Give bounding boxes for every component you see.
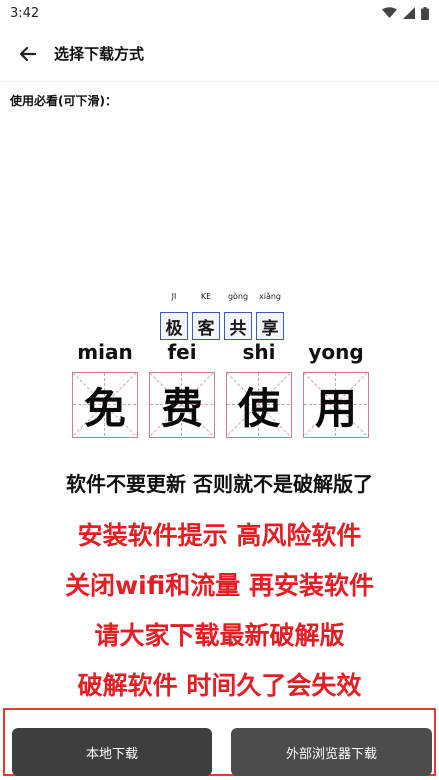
external-browser-download-button[interactable]: 外部浏览器下载 xyxy=(231,728,432,776)
brand-char: 极 xyxy=(160,312,188,340)
grid-char: 费 xyxy=(160,383,203,433)
page-title: 选择下载方式 xyxy=(54,45,145,63)
battery-icon xyxy=(421,6,429,20)
pinyin-label: mian xyxy=(77,340,133,364)
grid-char: 免 xyxy=(83,383,126,433)
brand-pinyin: gòng xyxy=(227,292,249,301)
update-warning: 软件不要更新 否则就不是破解版了 xyxy=(66,472,373,496)
brand-char: 享 xyxy=(256,312,284,340)
status-bar: 3:42 xyxy=(0,0,439,26)
brand-pinyin: JI xyxy=(171,292,177,301)
red-notice-line: 安装软件提示 高风险软件 xyxy=(77,521,362,550)
pinyin-label: yong xyxy=(308,340,364,364)
red-notice-line: 请大家下载最新破解版 xyxy=(94,621,345,650)
status-icons xyxy=(382,6,429,20)
pinyin-label: shi xyxy=(242,340,276,364)
arrow-left-icon xyxy=(19,46,37,61)
char-grid-box: 用 xyxy=(303,372,369,438)
back-button[interactable] xyxy=(14,40,42,68)
brand-char: 共 xyxy=(224,312,252,340)
char-grid-box: 费 xyxy=(149,372,215,438)
brand-pinyin: xiǎng xyxy=(258,292,281,301)
char-grid-box: 免 xyxy=(72,372,138,438)
grid-char: 使 xyxy=(237,383,280,433)
status-time: 3:42 xyxy=(10,5,40,21)
grid-char: 用 xyxy=(314,383,357,433)
red-notice-line: 关闭wifi和流量 再安装软件 xyxy=(65,571,374,600)
char-grid-box: 使 xyxy=(226,372,292,438)
brand-logo: JI KE gòng xiǎng 极 客 共 享 xyxy=(158,292,284,340)
red-notice-line: 破解软件 时间久了会失效 xyxy=(77,671,362,700)
wifi-icon xyxy=(382,7,397,18)
download-actions: 本地下载 外部浏览器下载 xyxy=(3,708,436,776)
notice-label: 使用必看(可下滑)： xyxy=(10,94,117,108)
brand-pinyin: KE xyxy=(200,292,212,301)
local-download-button[interactable]: 本地下载 xyxy=(12,728,212,776)
brand-char: 客 xyxy=(192,312,220,340)
pinyin-label: fei xyxy=(167,340,197,364)
app-bar: 选择下载方式 xyxy=(0,26,439,82)
signal-icon xyxy=(403,7,415,19)
notice-poster: JI KE gòng xiǎng 极 客 共 享 mian fei shi yo… xyxy=(0,280,439,700)
